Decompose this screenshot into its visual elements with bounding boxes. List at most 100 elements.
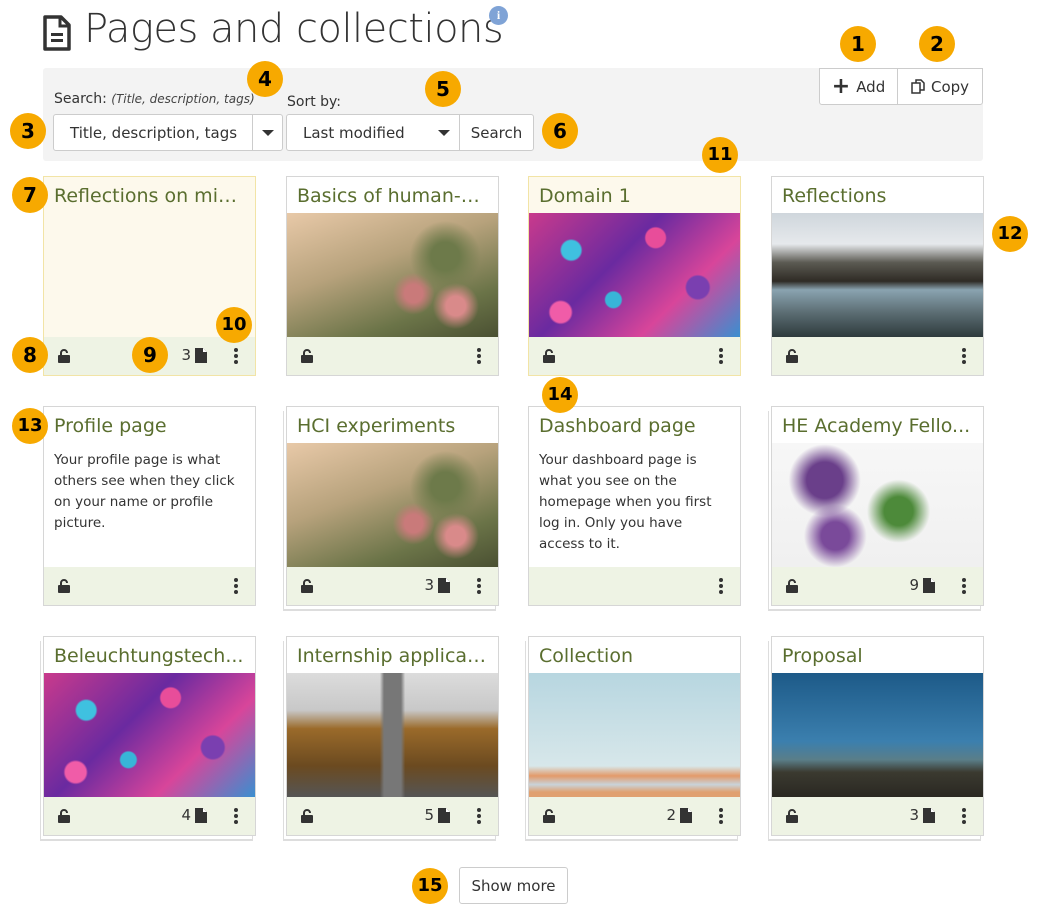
card-footer <box>44 567 255 605</box>
card-thumbnail[interactable] <box>529 673 740 797</box>
more-options-icon[interactable] <box>716 346 726 366</box>
collection-card[interactable]: HCI experiments 3 <box>286 406 499 606</box>
callout-badge: 14 <box>542 377 578 413</box>
more-options-icon[interactable] <box>474 576 484 596</box>
card-title[interactable]: HE Academy Fello... <box>782 415 973 437</box>
page-card[interactable]: Dashboard page Your dashboard page is wha… <box>528 406 741 606</box>
card-description: Your dashboard page is what you see on t… <box>539 452 712 552</box>
collection-card[interactable]: Proposal 3 <box>771 636 984 836</box>
unlock-icon[interactable] <box>300 349 314 363</box>
more-options-icon[interactable] <box>716 576 726 596</box>
card-title[interactable]: Domain 1 <box>539 185 730 207</box>
card-thumbnail[interactable] <box>44 673 255 797</box>
page-title: Pages and collections <box>84 6 504 52</box>
unlock-icon[interactable] <box>57 349 71 363</box>
file-icon <box>923 577 935 593</box>
show-more-button[interactable]: Show more <box>459 867 568 904</box>
callout-badge: 5 <box>425 71 461 107</box>
card-title[interactable]: Profile page <box>54 415 245 437</box>
plus-icon: + <box>831 73 851 99</box>
more-options-icon[interactable] <box>959 576 969 596</box>
card-description: Your profile page is what others see whe… <box>54 452 235 531</box>
sort-select[interactable]: Last modified <box>286 114 460 151</box>
card-thumbnail[interactable] <box>529 213 740 337</box>
card-footer: 3 <box>772 797 983 835</box>
sort-label: Sort by: <box>287 94 342 110</box>
more-options-icon[interactable] <box>231 346 241 366</box>
more-options-icon[interactable] <box>474 346 484 366</box>
file-icon <box>195 807 207 823</box>
add-button[interactable]: + Add <box>819 68 898 105</box>
card-title[interactable]: HCI experiments <box>297 415 488 437</box>
more-options-icon[interactable] <box>474 806 484 826</box>
page-card[interactable]: Domain 1 <box>528 176 741 376</box>
callout-badge: 15 <box>412 868 448 904</box>
unlock-icon[interactable] <box>300 809 314 823</box>
card-title[interactable]: Collection <box>539 645 730 667</box>
card-thumbnail[interactable] <box>287 443 498 567</box>
card-footer <box>287 337 498 375</box>
card-thumbnail[interactable] <box>287 673 498 797</box>
unlock-icon[interactable] <box>300 579 314 593</box>
page-card[interactable]: Basics of human-c... <box>286 176 499 376</box>
card-footer: 3 <box>287 567 498 605</box>
copy-button[interactable]: Copy <box>897 68 983 105</box>
unlock-icon[interactable] <box>57 809 71 823</box>
card-title[interactable]: Basics of human-c... <box>297 185 488 207</box>
info-icon[interactable]: i <box>489 6 508 25</box>
file-icon <box>438 807 450 823</box>
file-icon <box>680 807 692 823</box>
card-thumbnail[interactable] <box>772 673 983 797</box>
page-card[interactable]: Reflections <box>771 176 984 376</box>
collection-card[interactable]: HE Academy Fello... 9 <box>771 406 984 606</box>
unlock-icon[interactable] <box>57 579 71 593</box>
search-button[interactable]: Search <box>459 114 534 151</box>
unlock-icon[interactable] <box>785 349 799 363</box>
unlock-icon[interactable] <box>542 809 556 823</box>
more-options-icon[interactable] <box>231 576 241 596</box>
file-icon <box>923 807 935 823</box>
card-title[interactable]: Internship applicat... <box>297 645 488 667</box>
callout-badge: 8 <box>12 337 48 373</box>
callout-badge: 12 <box>992 216 1028 252</box>
more-options-icon[interactable] <box>959 346 969 366</box>
file-icon <box>438 577 450 593</box>
copy-icon <box>911 79 925 94</box>
more-options-icon[interactable] <box>716 806 726 826</box>
card-title[interactable]: Reflections on mic... <box>54 185 245 207</box>
collection-card[interactable]: Internship applicat... 5 <box>286 636 499 836</box>
unlock-icon[interactable] <box>785 579 799 593</box>
callout-badge: 10 <box>216 307 252 343</box>
search-label: Search: (Title, description, tags) <box>54 91 255 107</box>
card-footer <box>772 337 983 375</box>
card-title[interactable]: Dashboard page <box>539 415 730 437</box>
card-thumbnail[interactable] <box>772 443 983 567</box>
card-title[interactable]: Proposal <box>782 645 973 667</box>
search-type-select[interactable]: Title, description, tags <box>53 114 283 151</box>
callout-badge: 7 <box>12 177 48 213</box>
page-count: 3 <box>424 576 450 594</box>
card-title[interactable]: Beleuchtungstech... <box>54 645 245 667</box>
more-options-icon[interactable] <box>959 806 969 826</box>
page-count: 4 <box>181 806 207 824</box>
collection-card[interactable]: Beleuchtungstech... 4 <box>43 636 256 836</box>
card-footer <box>529 567 740 605</box>
chevron-down-icon <box>429 115 459 150</box>
page-card[interactable]: Profile page Your profile page is what ot… <box>43 406 256 606</box>
collection-card[interactable]: Collection 2 <box>528 636 741 836</box>
callout-badge: 1 <box>840 26 876 62</box>
card-footer: 4 <box>44 797 255 835</box>
card-footer: 5 <box>287 797 498 835</box>
card-thumbnail[interactable] <box>287 213 498 337</box>
unlock-icon[interactable] <box>542 349 556 363</box>
card-title[interactable]: Reflections <box>782 185 973 207</box>
page-count: 3 <box>909 806 935 824</box>
page-count: 2 <box>666 806 692 824</box>
card-footer: 9 <box>772 567 983 605</box>
more-options-icon[interactable] <box>231 806 241 826</box>
card-thumbnail[interactable] <box>772 213 983 337</box>
callout-badge: 11 <box>702 137 738 173</box>
unlock-icon[interactable] <box>785 809 799 823</box>
page-count: 3 <box>181 346 207 364</box>
callout-badge: 4 <box>247 61 283 97</box>
